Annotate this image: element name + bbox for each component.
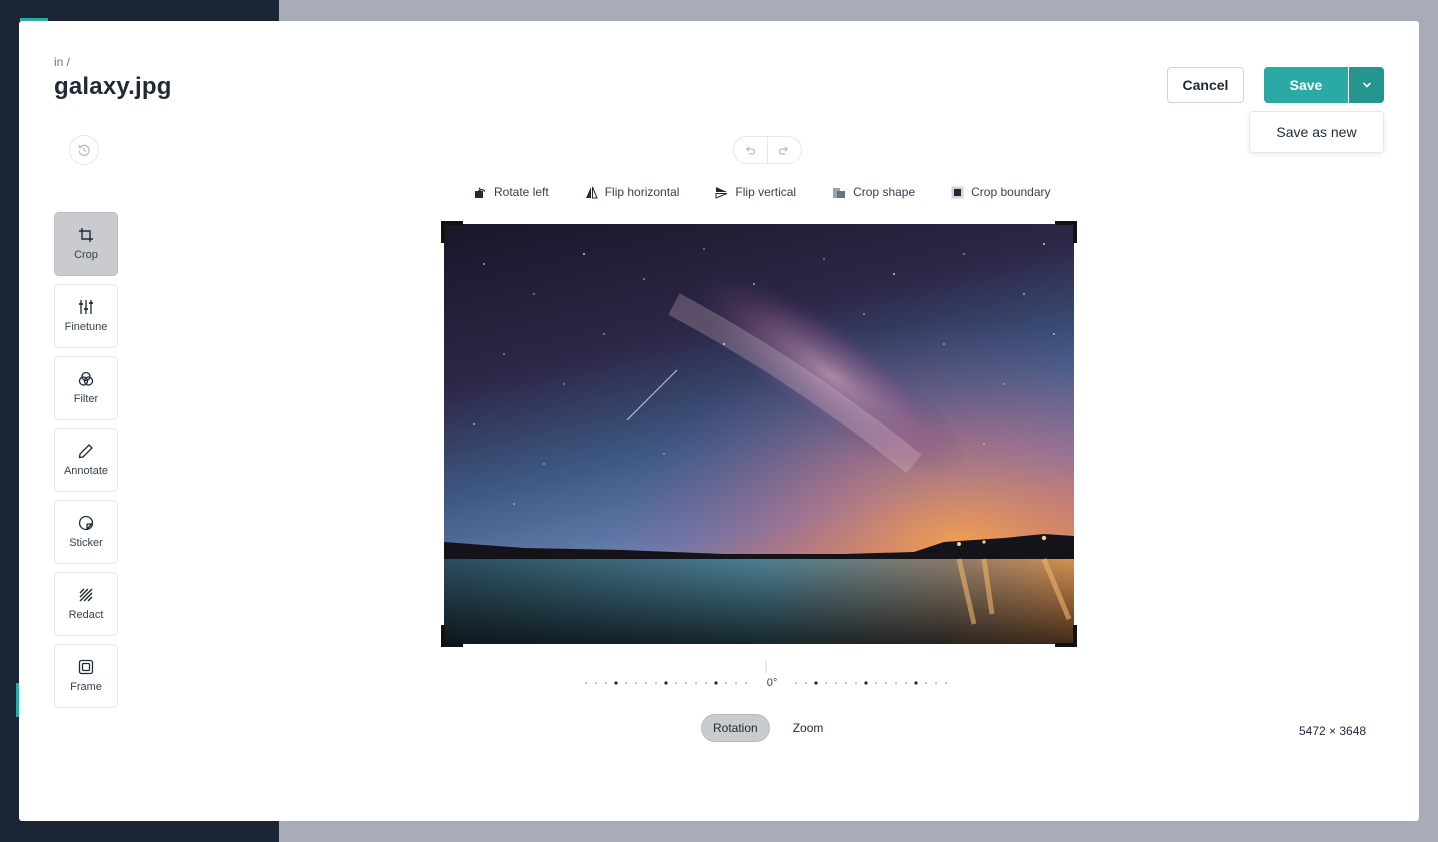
flip-horizontal-label: Flip horizontal: [604, 185, 680, 199]
crop-icon: [79, 228, 93, 242]
tool-label: Finetune: [64, 321, 108, 333]
redo-icon: [779, 146, 789, 155]
tool-finetune[interactable]: Finetune: [54, 284, 118, 348]
image-editor-modal: in / galaxy.jpg Cancel Save Save as new: [19, 21, 1419, 821]
tab-rotation[interactable]: Rotation: [701, 714, 770, 742]
tool-panel: Crop Finetune Filter Annotate Sticker Re…: [54, 212, 118, 716]
undo-button[interactable]: [734, 137, 768, 163]
crop-shape-label: Crop shape: [853, 185, 916, 199]
breadcrumb[interactable]: in /: [54, 55, 70, 69]
tool-frame[interactable]: Frame: [54, 644, 118, 708]
rotate-left-icon: [475, 186, 486, 198]
rotate-left-label: Rotate left: [494, 185, 549, 199]
file-title: galaxy.jpg: [54, 73, 172, 100]
galaxy-photo: [444, 224, 1074, 644]
frame-icon: [78, 659, 94, 675]
rotation-ruler[interactable]: 0°: [584, 661, 949, 691]
crop-shape-icon: [833, 187, 846, 198]
undo-icon: [746, 146, 756, 155]
flip-vertical-label: Flip vertical: [735, 185, 797, 199]
crop-handle-top-left[interactable]: [441, 221, 463, 243]
tool-sticker[interactable]: Sticker: [54, 500, 118, 564]
redact-icon: [79, 588, 93, 602]
filter-icon: [78, 371, 94, 386]
flip-vertical-icon: [715, 186, 728, 199]
redo-button[interactable]: [768, 137, 802, 163]
tool-label: Annotate: [63, 465, 109, 477]
save-options-button[interactable]: [1349, 67, 1384, 103]
tool-annotate[interactable]: Annotate: [54, 428, 118, 492]
crop-handle-bottom-left[interactable]: [441, 625, 463, 647]
undo-redo-group: [733, 136, 802, 164]
adjust-mode-tabs: Rotation Zoom: [701, 714, 834, 742]
save-button[interactable]: Save: [1264, 67, 1348, 103]
chevron-down-icon: [1362, 82, 1371, 88]
crop-handle-bottom-right[interactable]: [1055, 625, 1077, 647]
tool-crop[interactable]: Crop: [54, 212, 118, 276]
tool-label: Redact: [68, 609, 104, 621]
history-button[interactable]: [69, 135, 99, 165]
tool-filter[interactable]: Filter: [54, 356, 118, 420]
sliders-icon: [79, 300, 93, 314]
crop-toolbar: Rotate left Flip horizontal Flip vertica…: [474, 184, 1051, 200]
flip-vertical-button[interactable]: Flip vertical: [715, 184, 796, 200]
flip-horizontal-button[interactable]: Flip horizontal: [585, 184, 680, 200]
crop-shape-button[interactable]: Crop shape: [832, 184, 915, 200]
tool-redact[interactable]: Redact: [54, 572, 118, 636]
tab-zoom[interactable]: Zoom: [782, 714, 835, 742]
crop-handle-top-right[interactable]: [1055, 221, 1077, 243]
rotation-value: 0°: [766, 677, 778, 689]
flip-horizontal-icon: [585, 186, 598, 198]
tool-label: Sticker: [69, 537, 103, 549]
crop-canvas[interactable]: [441, 221, 1077, 647]
tool-label: Frame: [70, 681, 102, 693]
crop-boundary-icon: [951, 186, 964, 198]
galaxy-image: [444, 224, 1074, 644]
tool-label: Crop: [74, 249, 98, 261]
sticker-icon: [78, 515, 94, 531]
rotate-left-button[interactable]: Rotate left: [474, 184, 549, 200]
save-as-new-menu-item[interactable]: Save as new: [1249, 111, 1384, 153]
image-dimensions: 5472 × 3648: [1299, 724, 1367, 738]
tool-label: Filter: [73, 393, 99, 405]
history-icon: [77, 144, 90, 156]
pencil-icon: [78, 444, 93, 459]
crop-boundary-label: Crop boundary: [971, 185, 1051, 199]
crop-boundary-button[interactable]: Crop boundary: [951, 184, 1051, 200]
cancel-button[interactable]: Cancel: [1167, 67, 1244, 103]
